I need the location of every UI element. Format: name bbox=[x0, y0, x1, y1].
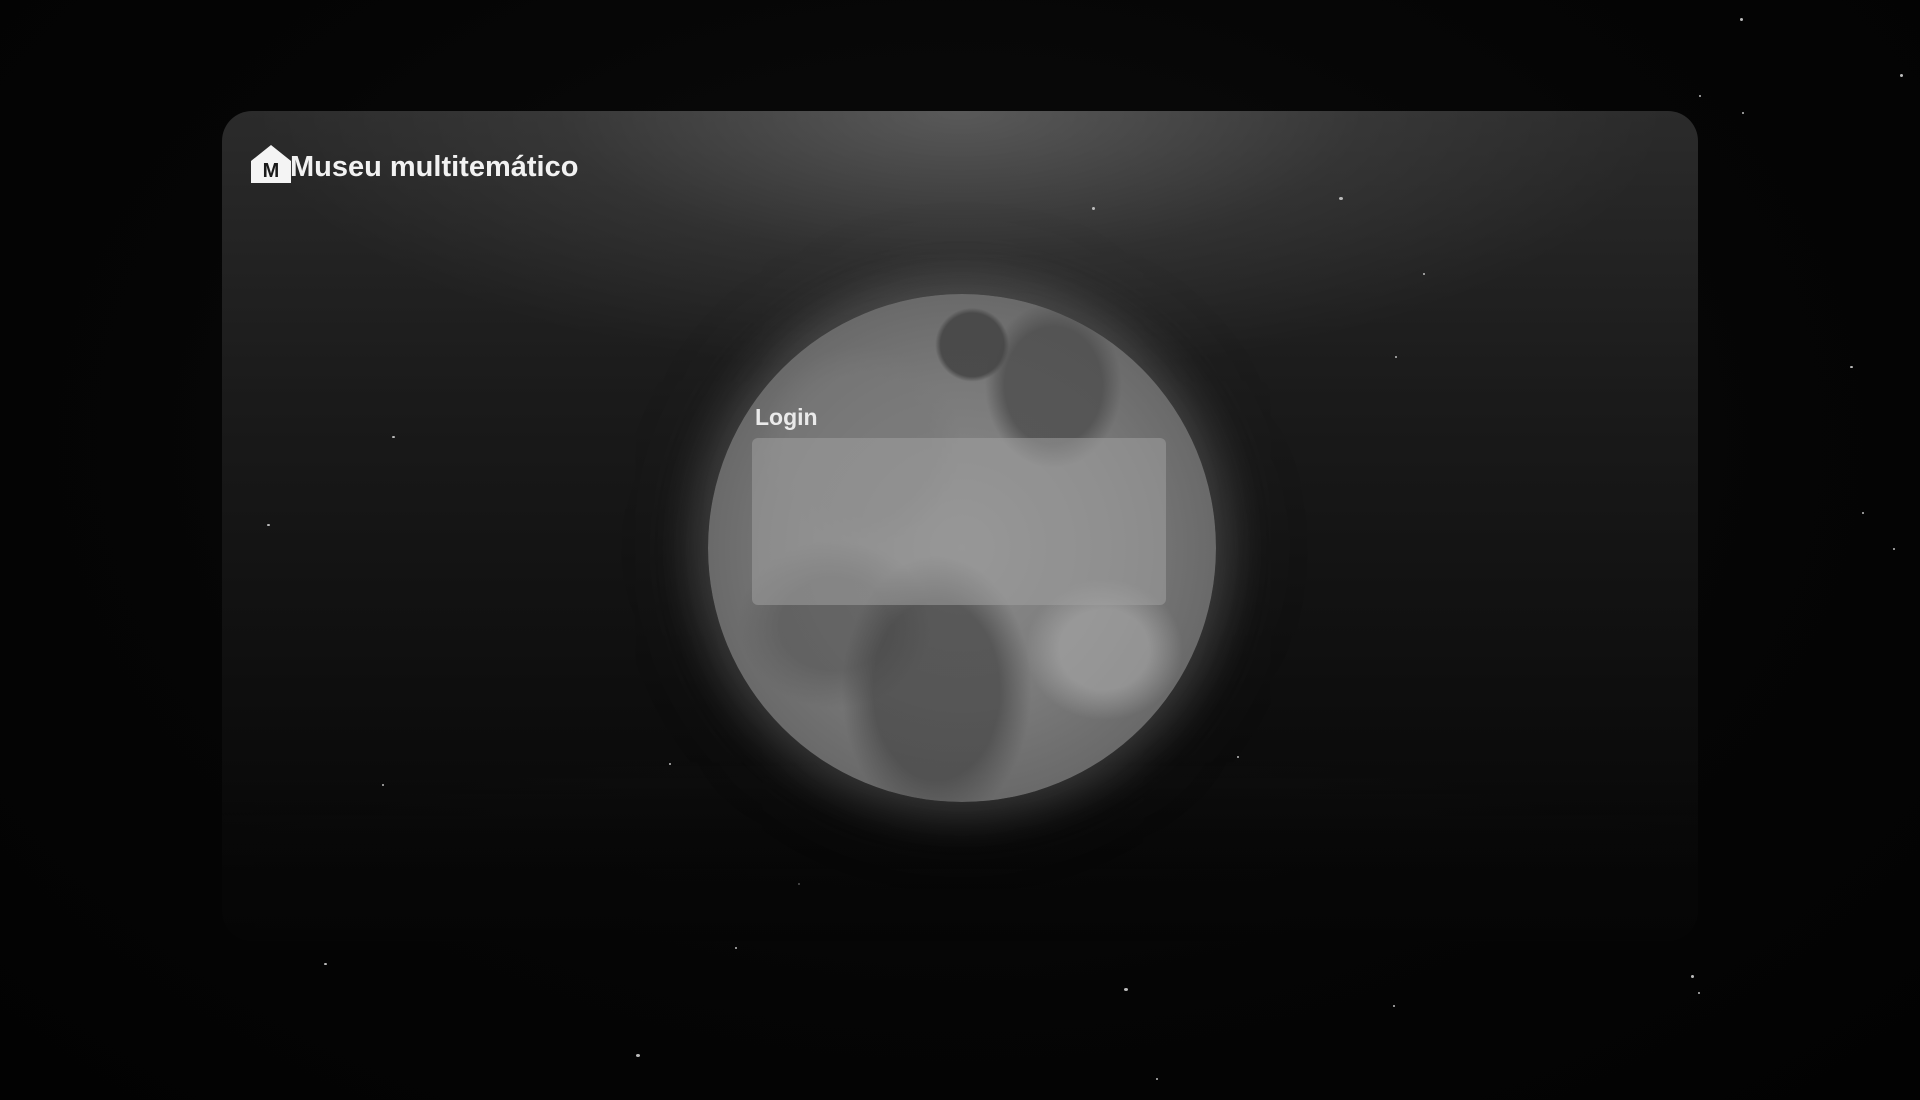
star bbox=[1393, 1005, 1395, 1007]
star bbox=[382, 784, 384, 786]
star bbox=[1691, 975, 1694, 978]
star bbox=[1423, 273, 1425, 275]
star bbox=[1156, 1078, 1158, 1080]
star bbox=[735, 947, 737, 949]
star bbox=[798, 883, 800, 885]
star bbox=[392, 436, 395, 438]
page: M Museu multitemático Login bbox=[0, 0, 1920, 1100]
brand-title: Museu multitemático bbox=[290, 151, 579, 183]
star bbox=[1395, 356, 1397, 358]
star bbox=[1900, 74, 1903, 77]
museum-house-icon: M bbox=[251, 145, 291, 183]
star bbox=[1237, 756, 1239, 758]
star bbox=[1893, 548, 1895, 550]
star bbox=[1850, 366, 1853, 368]
star bbox=[324, 963, 327, 965]
star bbox=[636, 1054, 640, 1057]
login-panel[interactable] bbox=[752, 438, 1166, 605]
star bbox=[1124, 988, 1128, 991]
star bbox=[1742, 112, 1744, 114]
star bbox=[1699, 95, 1701, 97]
brand[interactable]: M Museu multitemático bbox=[250, 143, 578, 185]
star bbox=[1092, 207, 1095, 210]
star bbox=[1698, 992, 1700, 994]
star bbox=[1740, 18, 1743, 21]
star bbox=[1862, 512, 1864, 514]
login-label: Login bbox=[755, 404, 818, 430]
star bbox=[1339, 197, 1343, 200]
logo-letter: M bbox=[263, 160, 280, 182]
star bbox=[669, 763, 671, 765]
star bbox=[267, 524, 270, 526]
